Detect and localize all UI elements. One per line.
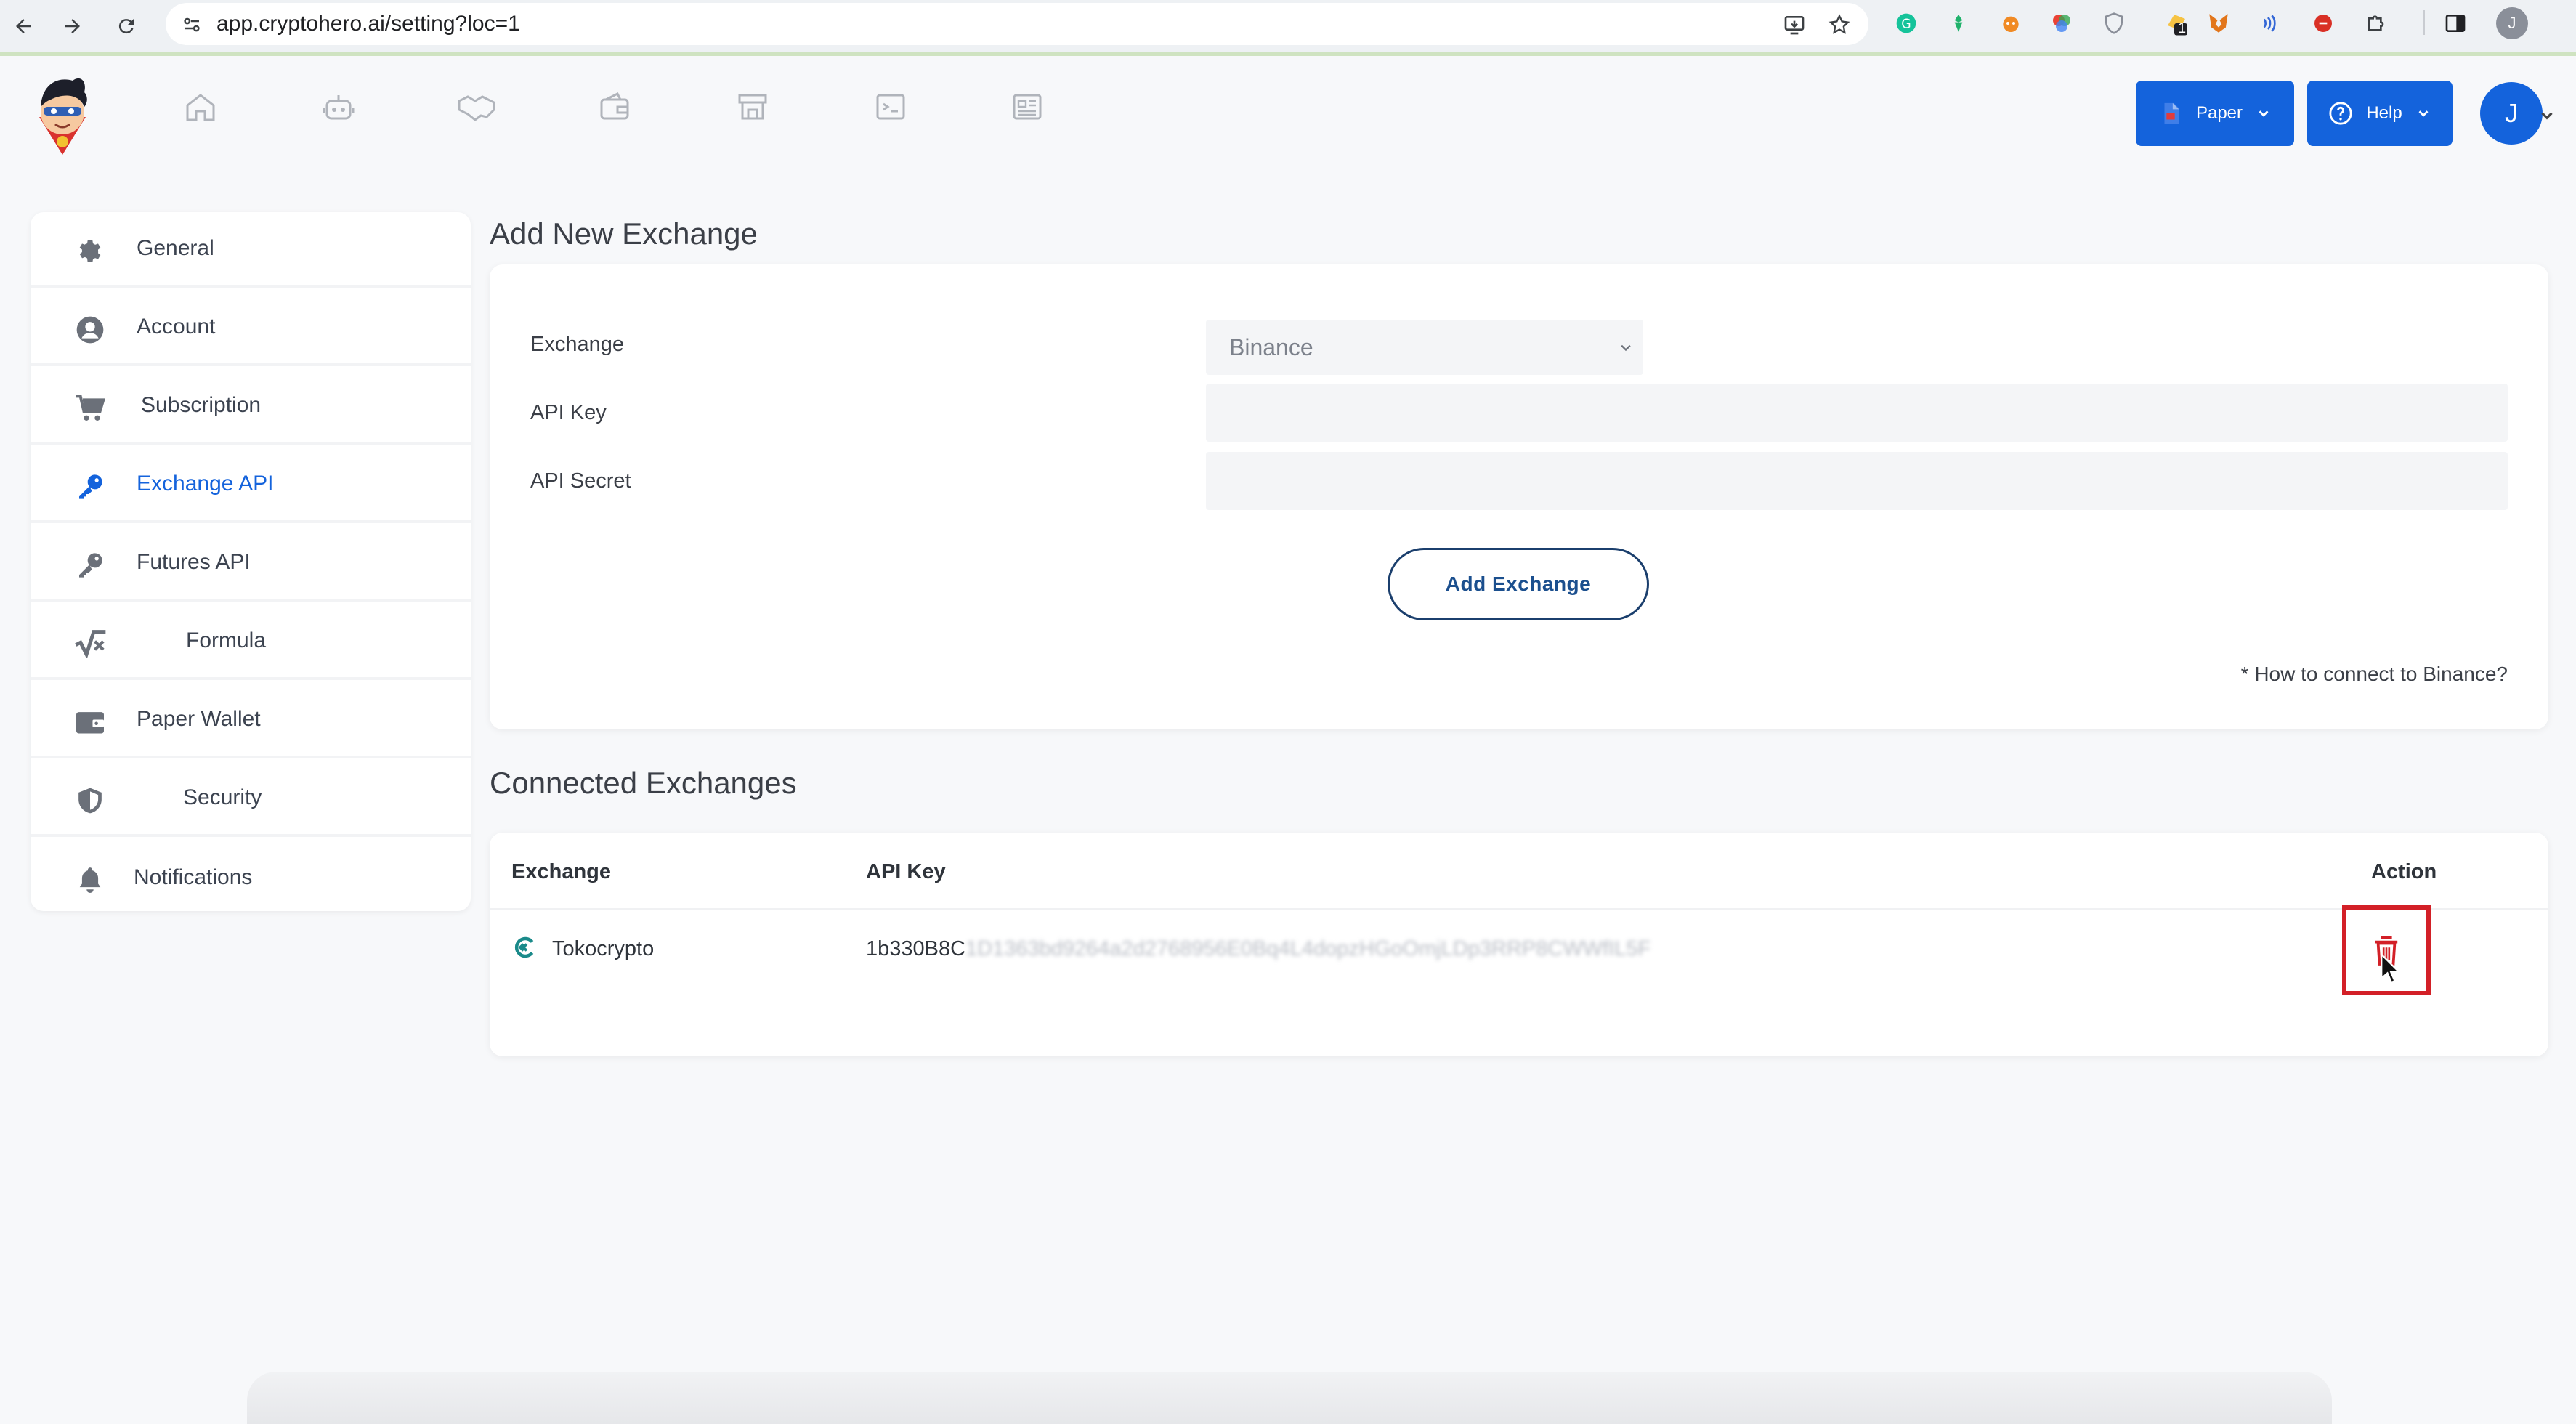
sidebar-item-label: Paper Wallet xyxy=(137,707,261,731)
forward-button[interactable] xyxy=(55,9,90,44)
tokocrypto-logo-icon xyxy=(514,936,534,958)
user-circle-icon xyxy=(73,312,108,347)
api-key-visible-part: 1b330B8C xyxy=(866,937,966,960)
extension-with-badge-icon[interactable]: 1 xyxy=(2162,9,2191,38)
extension-icon[interactable] xyxy=(2309,9,2338,38)
exchange-select-value: Binance xyxy=(1229,334,1313,360)
paper-document-icon xyxy=(2164,102,2179,124)
help-label: Help xyxy=(2366,103,2402,123)
connected-exchanges-table: Exchange API Key Action Tokocrypto 1b330… xyxy=(490,833,2548,1056)
wallet-nav-icon[interactable] xyxy=(593,85,636,129)
sidebar-item-security[interactable]: Security xyxy=(31,761,471,837)
add-exchange-card: Exchange Binance API Key API Secret Add … xyxy=(490,264,2548,729)
toolbar-divider xyxy=(2423,10,2425,35)
grammarly-extension-icon[interactable]: G xyxy=(1892,9,1921,38)
sidebar-item-formula[interactable]: Formula xyxy=(31,604,471,680)
extension-badge: 1 xyxy=(2178,20,2187,36)
sidebar-item-label: Account xyxy=(137,315,216,339)
browser-toolbar: app.cryptohero.ai/setting?loc=1 G 1 J xyxy=(0,0,2576,52)
extension-icon[interactable] xyxy=(2256,9,2285,38)
robot-icon[interactable] xyxy=(317,85,360,129)
chevron-down-icon xyxy=(1621,344,1631,352)
cart-icon xyxy=(73,391,108,426)
mouse-pointer-icon xyxy=(2381,953,2401,982)
chevron-down-icon xyxy=(2259,110,2269,117)
sidebar-item-label: Exchange API xyxy=(137,472,274,495)
sidebar-item-label: Security xyxy=(183,785,262,809)
paper-mode-label: Paper xyxy=(2195,103,2243,123)
sidebar-item-label: Formula xyxy=(186,628,267,652)
metamask-fox-icon[interactable] xyxy=(2204,9,2233,38)
arrow-right-icon xyxy=(65,19,80,33)
extension-icon[interactable] xyxy=(1996,9,2025,38)
svg-text:G: G xyxy=(1901,17,1911,32)
how-to-connect-link[interactable]: * How to connect to Binance? xyxy=(2241,663,2508,686)
gear-icon xyxy=(73,234,108,269)
add-exchange-title: Add New Exchange xyxy=(490,217,758,251)
home-icon[interactable] xyxy=(179,85,222,129)
sidebar-item-label: General xyxy=(137,236,214,260)
footer-edge xyxy=(247,1372,2332,1424)
user-menu-chevron-icon[interactable] xyxy=(2532,101,2561,130)
terminal-icon[interactable] xyxy=(869,85,912,129)
api-secret-label: API Secret xyxy=(530,469,631,493)
add-exchange-button[interactable]: Add Exchange xyxy=(1388,548,1649,620)
exchange-select[interactable]: Binance xyxy=(1206,320,1643,375)
site-settings-icon[interactable] xyxy=(179,12,205,38)
key-icon xyxy=(73,548,108,583)
address-bar[interactable]: app.cryptohero.ai/setting?loc=1 xyxy=(166,3,1868,45)
sidebar-item-futures-api[interactable]: Futures API xyxy=(31,526,471,602)
api-key-label: API Key xyxy=(530,401,607,424)
arrow-left-icon xyxy=(16,19,31,33)
question-circle-icon xyxy=(2329,102,2352,125)
sidebar-item-account[interactable]: Account xyxy=(31,291,471,366)
exchange-label: Exchange xyxy=(530,333,624,356)
api-key-cell: 1b330B8C1D1363bd9264a2d2768956E0Bq4L4dop… xyxy=(866,937,1650,961)
install-app-icon[interactable] xyxy=(1781,12,1807,38)
cryptohero-logo[interactable] xyxy=(29,70,96,156)
shield-icon xyxy=(73,783,108,818)
side-panel-icon[interactable] xyxy=(2441,9,2470,38)
handshake-icon[interactable] xyxy=(455,85,498,129)
connected-exchanges-title: Connected Exchanges xyxy=(490,766,797,800)
settings-sidebar: General Account Subscription Exchange AP… xyxy=(31,212,471,911)
marketplace-icon[interactable] xyxy=(731,85,774,129)
sidebar-item-label: Futures API xyxy=(137,550,251,574)
api-key-input[interactable] xyxy=(1206,384,2508,442)
chevron-down-icon xyxy=(2418,110,2429,117)
sidebar-item-notifications[interactable]: Notifications xyxy=(31,840,471,915)
sidebar-item-subscription[interactable]: Subscription xyxy=(31,369,471,445)
exchange-name-cell: Tokocrypto xyxy=(552,937,655,960)
sidebar-item-general[interactable]: General xyxy=(31,212,471,288)
key-icon xyxy=(73,469,108,504)
browser-profile-avatar[interactable]: J xyxy=(2496,7,2528,39)
paper-mode-button[interactable]: Paper xyxy=(2136,81,2294,146)
column-header-exchange: Exchange xyxy=(511,860,611,883)
back-button[interactable] xyxy=(6,9,41,44)
wallet-icon xyxy=(73,705,108,740)
reload-button[interactable] xyxy=(109,9,144,44)
url-text[interactable]: app.cryptohero.ai/setting?loc=1 xyxy=(216,3,520,45)
column-header-api-key: API Key xyxy=(866,860,946,883)
reload-icon xyxy=(118,19,134,34)
sidebar-item-label: Subscription xyxy=(141,393,262,417)
bell-icon xyxy=(73,862,108,897)
extension-icon[interactable] xyxy=(1944,9,1973,38)
app-header: Paper Help J xyxy=(0,56,2576,172)
help-button[interactable]: Help xyxy=(2307,81,2453,146)
extensions-puzzle-icon[interactable] xyxy=(2362,9,2391,38)
api-secret-input[interactable] xyxy=(1206,452,2508,510)
news-icon[interactable] xyxy=(1005,85,1049,129)
column-header-action: Action xyxy=(2371,860,2437,883)
extension-icon[interactable] xyxy=(2047,9,2076,38)
shield-extension-icon[interactable] xyxy=(2099,9,2129,38)
header-divider xyxy=(490,908,2548,910)
bookmark-star-icon[interactable] xyxy=(1826,12,1852,38)
sidebar-item-exchange-api[interactable]: Exchange API xyxy=(31,448,471,523)
sqrt-icon xyxy=(73,626,108,661)
sidebar-item-paper-wallet[interactable]: Paper Wallet xyxy=(31,683,471,758)
api-key-blurred-part: 1D1363bd9264a2d2768956E0Bq4L4dopzHGoOmjL… xyxy=(965,937,1651,960)
sidebar-item-label: Notifications xyxy=(134,865,253,889)
